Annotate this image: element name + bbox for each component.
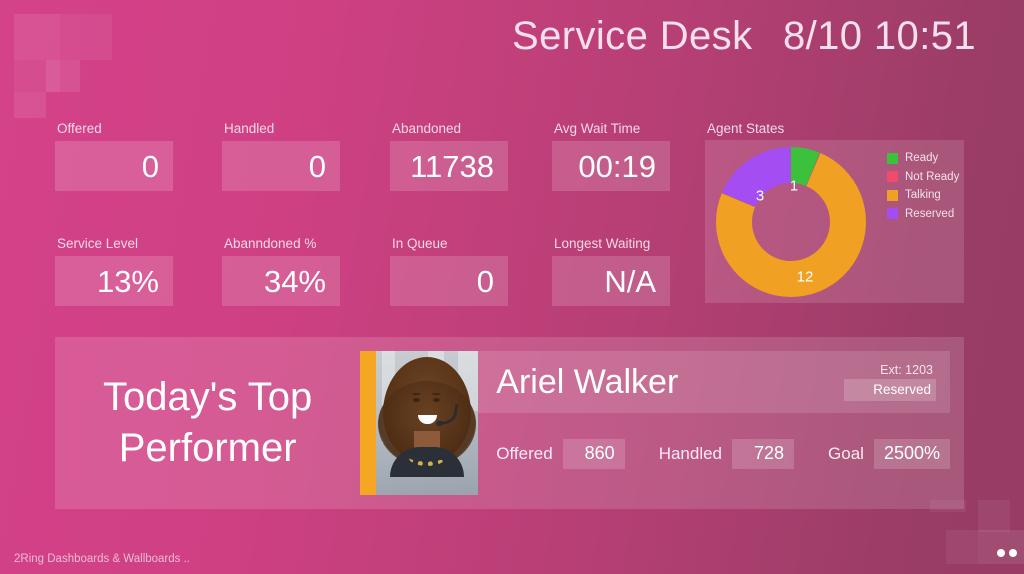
legend-swatch-icon xyxy=(887,171,898,183)
agent-states-donut-chart[interactable]: 1 3 12 xyxy=(705,140,877,303)
kpi-tile: 0 xyxy=(390,256,508,306)
kpi-longest-waiting[interactable]: Longest Waiting N/A xyxy=(552,236,670,306)
legend-label: Not Ready xyxy=(905,170,960,183)
kpi-value: 0 xyxy=(141,148,159,184)
kpi-tile: 11738 xyxy=(390,141,508,191)
agent-identity-bar: Ariel Walker Ext: 1203 Reserved xyxy=(478,351,950,413)
stat-label: Offered xyxy=(496,444,553,463)
status-badge: Reserved xyxy=(844,379,936,401)
stat-label: Handled xyxy=(658,444,723,463)
top-performer-heading: Today's Top Performer xyxy=(103,374,313,470)
kpi-abandoned-percent[interactable]: Abanndoned % 34% xyxy=(222,236,340,306)
top-performer-panel[interactable]: Today's Top Performer Ariel Walker Ext: … xyxy=(55,337,964,509)
decor-block-tl-5 xyxy=(46,60,80,92)
kpi-value: 11738 xyxy=(410,148,494,184)
kpi-label: Abanndoned % xyxy=(224,236,317,251)
decor-block-tl-6 xyxy=(14,92,46,118)
kpi-label: Abandoned xyxy=(392,121,462,136)
kpi-tile: N/A xyxy=(552,256,670,306)
stat-value: 728 xyxy=(732,439,795,469)
kpi-label: In Queue xyxy=(392,236,448,251)
top-performer-details: Ariel Walker Ext: 1203 Reserved Offered … xyxy=(478,351,950,495)
agent-states-legend: Ready Not Ready Talking Reserved xyxy=(877,140,964,303)
legend-label: Ready xyxy=(905,152,939,165)
legend-swatch-icon xyxy=(887,189,898,201)
kpi-avg-wait-time[interactable]: Avg Wait Time 00:19 xyxy=(552,121,670,191)
stat-value: 2500% xyxy=(873,439,950,469)
resize-grip-dot-left[interactable] xyxy=(997,549,1005,557)
kpi-label: Offered xyxy=(57,121,102,136)
kpi-tile: 13% xyxy=(55,256,173,306)
agent-stat-goal[interactable]: Goal 2500% xyxy=(828,439,950,469)
kpi-value: 0 xyxy=(476,263,494,299)
photo-accent-stripe xyxy=(360,351,377,495)
legend-label: Talking xyxy=(905,189,941,202)
decor-block-br-3 xyxy=(946,530,978,564)
agent-stat-handled[interactable]: Handled 728 xyxy=(658,439,795,469)
agent-photo xyxy=(376,351,479,495)
clock-readout: 8/10 10:51 xyxy=(782,14,976,58)
legend-label: Reserved xyxy=(905,207,955,220)
kpi-value: 0 xyxy=(308,148,326,184)
kpi-value: N/A xyxy=(604,263,656,299)
kpi-value: 34% xyxy=(263,263,326,299)
kpi-handled[interactable]: Handled 0 xyxy=(222,121,340,191)
agent-states-label: Agent States xyxy=(707,121,785,136)
donut-svg xyxy=(715,147,866,298)
kpi-in-queue[interactable]: In Queue 0 xyxy=(390,236,508,306)
footer-branding: 2Ring Dashboards & Wallboards .. xyxy=(14,553,190,565)
legend-item-reserved[interactable]: Reserved xyxy=(887,205,964,224)
legend-item-talking[interactable]: Talking xyxy=(887,186,964,205)
kpi-tile: 34% xyxy=(222,256,340,306)
agent-photo-block xyxy=(360,351,479,495)
legend-swatch-icon xyxy=(887,152,898,164)
agent-extension: Ext: 1203 xyxy=(880,363,933,377)
kpi-tile: 0 xyxy=(222,141,340,191)
legend-item-not-ready[interactable]: Not Ready xyxy=(887,168,964,187)
legend-swatch-icon xyxy=(887,208,898,220)
agent-stats-row: Offered 860 Handled 728 Goal 2500% xyxy=(478,413,950,495)
stat-value: 860 xyxy=(562,439,625,469)
agent-name: Ariel Walker xyxy=(496,362,679,401)
kpi-tile: 00:19 xyxy=(552,141,670,191)
stat-label: Goal xyxy=(828,444,864,463)
wallboard-root: Service Desk 8/10 10:51 Offered 0 Handle… xyxy=(0,0,1024,574)
kpi-service-level[interactable]: Service Level 13% xyxy=(55,236,173,306)
kpi-label: Longest Waiting xyxy=(554,236,651,251)
legend-item-ready[interactable]: Ready xyxy=(887,149,964,168)
decor-block-br-2 xyxy=(978,500,1010,532)
kpi-label: Service Level xyxy=(57,236,139,251)
kpi-label: Handled xyxy=(224,121,275,136)
agent-extension-block: Ext: 1203 Reserved xyxy=(844,363,944,401)
decor-block-br-5 xyxy=(1000,530,1024,564)
kpi-value: 13% xyxy=(96,263,159,299)
agent-states-panel[interactable]: 1 3 12 Ready Not Ready Talking Reserved xyxy=(705,140,964,303)
kpi-label: Avg Wait Time xyxy=(554,121,641,136)
header: Service Desk 8/10 10:51 xyxy=(0,14,976,59)
kpi-abandoned[interactable]: Abandoned 11738 xyxy=(390,121,508,191)
page-title: Service Desk xyxy=(512,14,753,58)
kpi-value: 00:19 xyxy=(578,148,656,184)
headset-mic-icon xyxy=(436,421,444,426)
agent-stat-offered[interactable]: Offered 860 xyxy=(496,439,625,469)
kpi-offered[interactable]: Offered 0 xyxy=(55,121,173,191)
decor-block-br-4 xyxy=(978,530,1000,564)
resize-grip-dot-right[interactable] xyxy=(1009,549,1017,557)
kpi-tile: 0 xyxy=(55,141,173,191)
